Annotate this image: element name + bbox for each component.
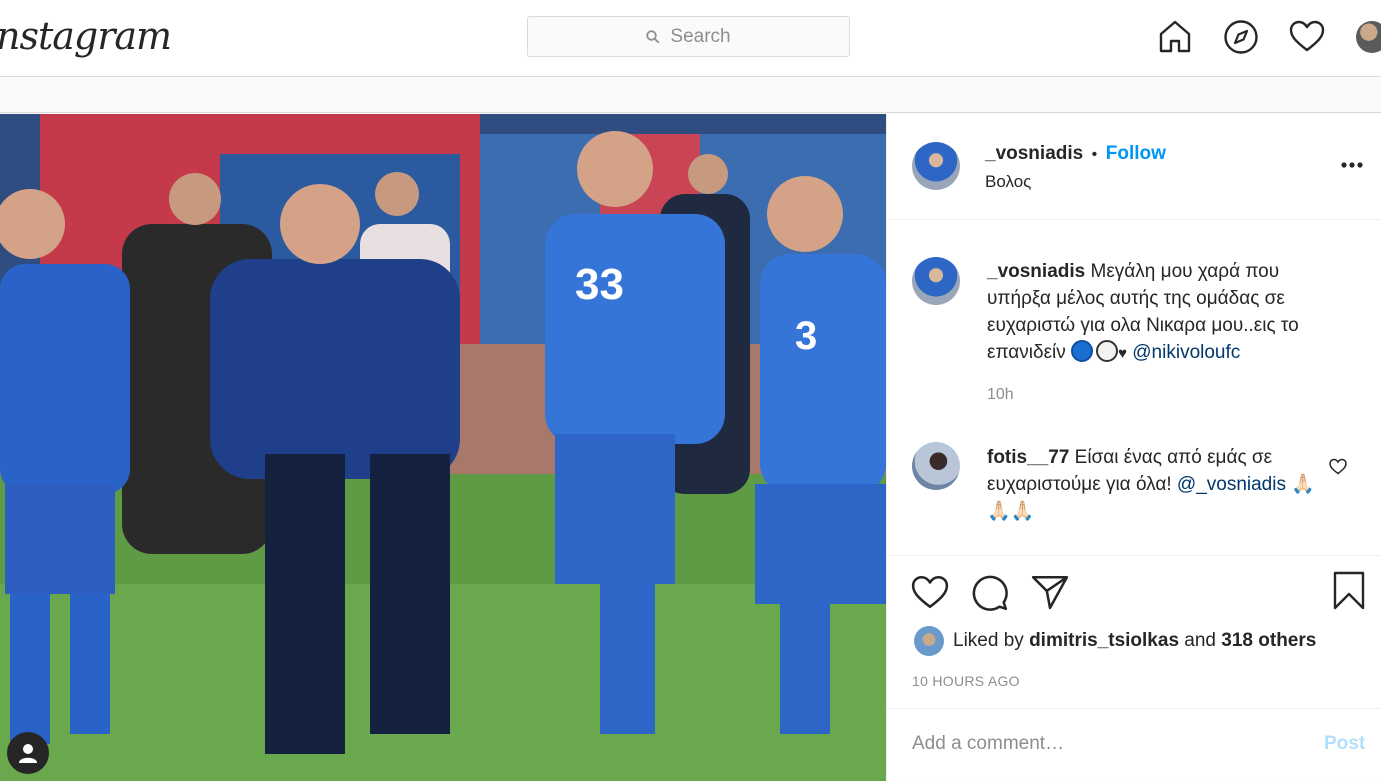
secondary-bar [0,78,1381,113]
svg-text:3: 3 [795,314,817,358]
separator-dot: • [1091,146,1098,163]
author-line: _vosniadis • Follow [985,143,1166,165]
caption-username[interactable]: _vosniadis [987,261,1085,282]
likes-middle: and [1184,630,1216,651]
likes-others[interactable]: 318 others [1221,630,1316,651]
tagged-users-button[interactable] [7,732,49,774]
comment-username[interactable]: fotis__77 [987,447,1069,468]
add-comment-input[interactable]: Add a comment… [912,733,1064,755]
user-icon [19,744,37,763]
football-photo-illustration: 33 3 [0,114,886,781]
comment-like-heart-icon[interactable] [1329,458,1347,475]
post-timestamp[interactable]: 10 HOURS AGO [912,673,1020,689]
share-send-icon[interactable] [1031,574,1069,610]
comment: fotis__77 Είσαι ένας από εμάς σε ευχαρισ… [987,444,1337,525]
caption-mention[interactable]: @nikivoloufc [1132,342,1240,363]
author-avatar[interactable] [912,142,960,190]
search-placeholder: Search [670,25,731,47]
comment-mention[interactable]: @_vosniadis [1177,474,1286,495]
profile-avatar[interactable] [1356,21,1381,53]
post-photo[interactable]: 33 3 [0,114,886,781]
explore-icon[interactable] [1223,19,1259,55]
home-icon[interactable] [1157,18,1193,54]
black-heart-emoji: ♥ [1118,345,1127,362]
liker-avatar[interactable] [914,626,944,656]
commenter-avatar[interactable] [912,442,960,490]
activity-heart-icon[interactable] [1289,19,1325,55]
comment-bubble-icon[interactable] [971,574,1009,612]
likes-prefix: Liked by [953,630,1024,651]
like-heart-icon[interactable] [911,574,949,610]
caption: _vosniadis Μεγάλη μου χαρά που υπήρξα μέ… [987,258,1337,367]
post-comment-button[interactable]: Post [1324,733,1365,755]
add-comment-bar: Add a comment… Post [887,708,1381,782]
post-side-panel: _vosniadis • Follow Βολος _vosniadis Μεγ… [886,114,1381,781]
likes-summary[interactable]: Liked by dimitris_tsiolkas and 318 other… [953,630,1316,652]
post-actions: Liked by dimitris_tsiolkas and 318 other… [887,555,1381,781]
follow-button[interactable]: Follow [1106,143,1166,164]
caption-avatar[interactable] [912,257,960,305]
post-header: _vosniadis • Follow Βολος [887,114,1381,220]
author-username[interactable]: _vosniadis [985,143,1083,164]
caption-time[interactable]: 10h [987,386,1014,404]
white-circle-emoji [1096,340,1119,362]
top-navigation: nstagram Search [0,0,1381,77]
search-input[interactable]: Search [527,16,850,57]
save-bookmark-icon[interactable] [1332,571,1366,611]
search-icon [646,29,660,43]
instagram-logo[interactable]: nstagram [0,14,172,58]
post-location[interactable]: Βολος [985,172,1031,192]
liker-username[interactable]: dimitris_tsiolkas [1029,630,1179,651]
comments-list[interactable]: _vosniadis Μεγάλη μου χαρά που υπήρξα μέ… [887,221,1381,555]
more-options-icon[interactable] [1341,162,1363,168]
svg-text:33: 33 [575,260,624,309]
blue-circle-emoji [1071,340,1094,362]
